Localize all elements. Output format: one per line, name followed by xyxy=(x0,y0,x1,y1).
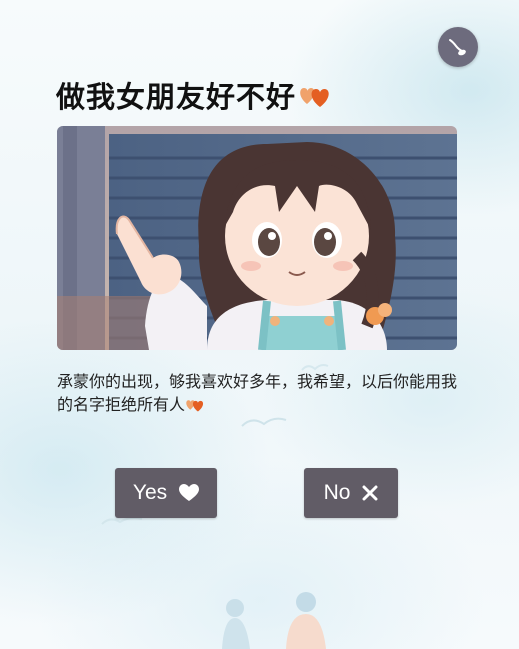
no-button-label: No xyxy=(323,481,351,504)
figures-decoration xyxy=(222,592,326,649)
yes-button-label: Yes xyxy=(132,481,168,504)
close-icon xyxy=(362,485,378,501)
page-title: 做我女朋友好不好 xyxy=(56,74,332,116)
yes-button[interactable]: Yes xyxy=(115,468,217,518)
page-title-text: 做我女朋友好不好 xyxy=(56,80,297,114)
hero-image xyxy=(57,126,457,350)
music-note-icon xyxy=(449,39,466,56)
music-toggle-button[interactable] xyxy=(438,27,478,67)
hearts-icon xyxy=(185,396,205,419)
heart-icon xyxy=(179,484,200,501)
hearts-icon xyxy=(298,82,332,116)
no-button[interactable]: No xyxy=(304,468,398,518)
love-message-text: 承蒙你的出现，够我喜欢好多年，我希望，以后你能用我的名字拒绝所有人 xyxy=(57,372,458,414)
love-message: 承蒙你的出现，够我喜欢好多年，我希望，以后你能用我的名字拒绝所有人 xyxy=(57,370,457,419)
